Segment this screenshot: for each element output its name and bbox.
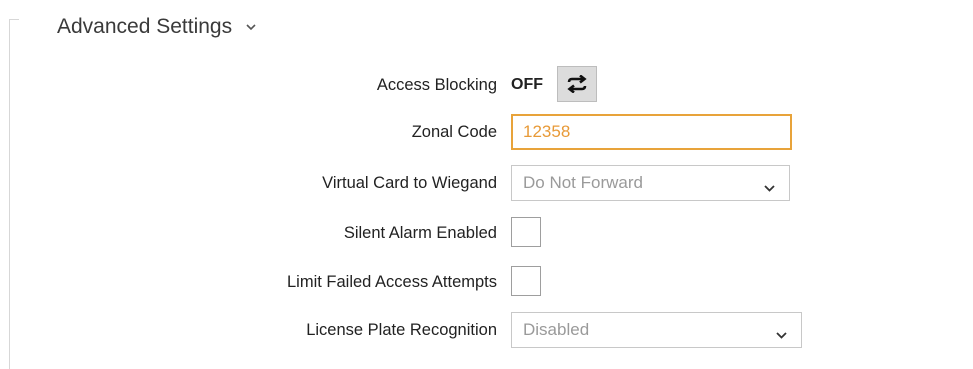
row-license-plate-recognition: License Plate Recognition Disabled: [0, 312, 973, 348]
zonal-code-label: Zonal Code: [411, 123, 497, 141]
panel-border-top: [9, 19, 19, 20]
access-blocking-control: OFF: [511, 66, 598, 102]
silent-alarm-enabled-checkbox[interactable]: [511, 217, 541, 247]
license-plate-recognition-select[interactable]: Disabled: [511, 312, 802, 348]
row-virtual-card-to-wiegand: Virtual Card to Wiegand Do Not Forward: [0, 165, 973, 201]
zonal-code-input[interactable]: [511, 114, 792, 150]
license-plate-recognition-label: License Plate Recognition: [306, 321, 497, 339]
access-blocking-label: Access Blocking: [376, 76, 497, 94]
zonal-code-control: [511, 114, 792, 150]
virtual-card-to-wiegand-value: Do Not Forward: [523, 173, 643, 192]
row-limit-failed-access-attempts: Limit Failed Access Attempts: [0, 266, 973, 298]
access-blocking-toggle-button[interactable]: [557, 66, 598, 102]
row-silent-alarm-enabled: Silent Alarm Enabled: [0, 217, 973, 249]
virtual-card-to-wiegand-label: Virtual Card to Wiegand: [322, 174, 497, 192]
row-access-blocking: Access Blocking OFF: [0, 66, 973, 102]
access-blocking-state: OFF: [511, 76, 543, 93]
virtual-card-to-wiegand-control: Do Not Forward: [511, 165, 790, 201]
swap-arrows-icon: [567, 75, 588, 93]
chevron-down-icon: [764, 179, 775, 197]
limit-failed-access-attempts-control: [511, 266, 541, 298]
limit-failed-access-attempts-checkbox[interactable]: [511, 266, 541, 296]
advanced-settings-panel: Advanced Settings Access Blocking OFF Zo…: [0, 0, 973, 369]
license-plate-recognition-control: Disabled: [511, 312, 802, 348]
row-zonal-code: Zonal Code: [0, 114, 973, 150]
silent-alarm-enabled-label: Silent Alarm Enabled: [343, 224, 497, 242]
section-title: Advanced Settings: [57, 15, 233, 38]
chevron-down-icon: [246, 12, 256, 38]
limit-failed-access-attempts-label: Limit Failed Access Attempts: [287, 273, 497, 291]
silent-alarm-enabled-control: [511, 217, 541, 249]
advanced-settings-toggle[interactable]: Advanced Settings: [57, 14, 256, 40]
license-plate-recognition-value: Disabled: [523, 320, 590, 339]
chevron-down-icon: [776, 326, 787, 344]
virtual-card-to-wiegand-select[interactable]: Do Not Forward: [511, 165, 790, 201]
